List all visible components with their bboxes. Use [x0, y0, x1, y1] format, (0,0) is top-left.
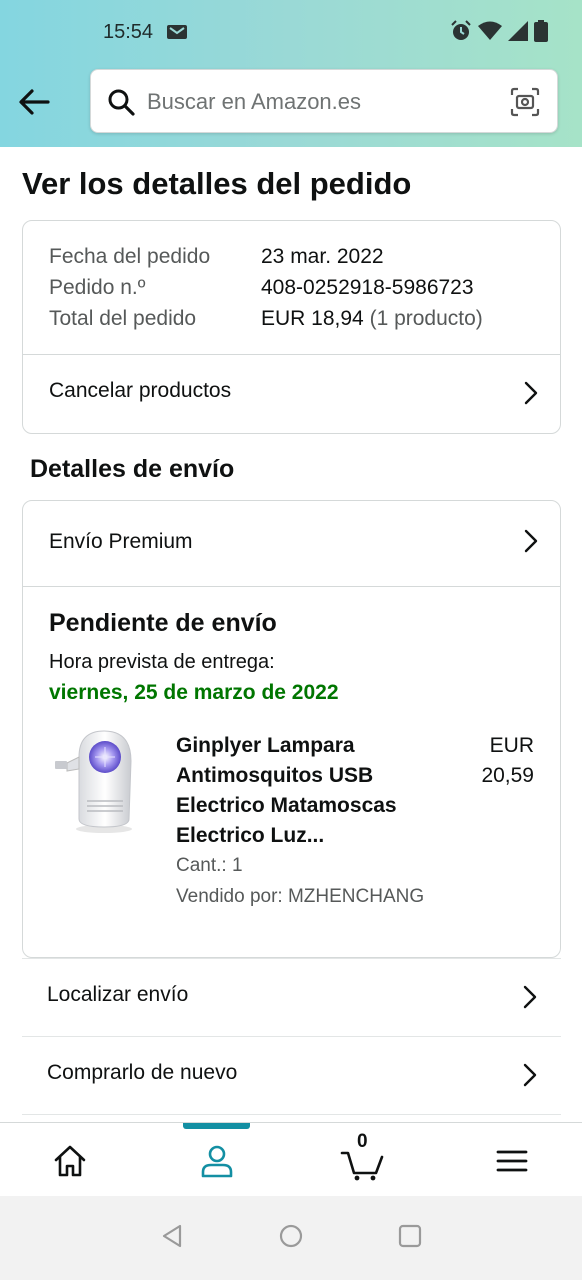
system-navigation-bar — [0, 1196, 582, 1280]
shipment-status: Pendiente de envío — [49, 609, 277, 637]
cancel-products-label: Cancelar productos — [49, 379, 232, 402]
shipping-section-title: Detalles de envío — [30, 455, 235, 483]
system-recents-icon[interactable] — [396, 1222, 424, 1250]
camera-scan-icon[interactable] — [509, 86, 541, 118]
order-total-amount: EUR 18,94 — [261, 307, 364, 330]
system-home-icon[interactable] — [277, 1222, 305, 1250]
order-total-value: EUR 18,94 (1 producto) — [261, 307, 483, 331]
cart-count-badge: 0 — [357, 1131, 368, 1152]
bottom-navigation: 0 — [0, 1122, 582, 1196]
order-summary-card: Fecha del pedido 23 mar. 2022 Pedido n.º… — [22, 220, 561, 434]
product-seller: Vendido por: MZHENCHANG — [176, 886, 425, 907]
app-header: 15:54 — [0, 0, 582, 147]
search-input[interactable] — [147, 80, 497, 124]
status-time: 15:54 — [103, 21, 154, 43]
chevron-right-icon — [524, 529, 538, 553]
delivery-eta-label: Hora prevista de entrega: — [49, 651, 275, 673]
account-icon[interactable] — [197, 1141, 237, 1181]
shipping-type-link[interactable]: Envío Premium — [23, 501, 560, 585]
divider — [22, 1114, 561, 1122]
menu-icon[interactable] — [492, 1141, 532, 1181]
page-title: Ver los detalles del pedido — [22, 166, 412, 201]
product-price: EUR 20,59 — [481, 731, 534, 791]
system-back-icon[interactable] — [158, 1222, 186, 1250]
product-title-link[interactable]: Ginplyer Lampara Antimosquitos USB Elect… — [176, 731, 426, 851]
back-arrow-icon[interactable] — [14, 82, 54, 122]
cancel-products-link[interactable]: Cancelar productos — [23, 355, 560, 433]
divider — [23, 586, 560, 587]
wifi-icon — [478, 21, 502, 40]
chevron-right-icon — [524, 381, 538, 405]
alarm-icon — [451, 20, 471, 40]
order-date-value: 23 mar. 2022 — [261, 245, 384, 268]
shipment-card: Envío Premium Pendiente de envío Hora pr… — [22, 500, 561, 958]
signal-icon — [508, 21, 528, 41]
delivery-eta-date: viernes, 25 de marzo de 2022 — [49, 681, 339, 704]
product-image[interactable] — [49, 727, 141, 835]
chevron-right-icon — [523, 985, 537, 1009]
message-notification-icon — [167, 25, 187, 39]
buy-again-link[interactable]: Comprarlo de nuevo — [22, 1036, 561, 1114]
chevron-right-icon — [523, 1063, 537, 1087]
active-tab-indicator — [183, 1123, 250, 1129]
buy-again-label: Comprarlo de nuevo — [47, 1061, 238, 1084]
product-quantity: Cant.: 1 — [176, 855, 243, 876]
search-icon — [108, 89, 135, 116]
battery-icon — [534, 20, 548, 42]
order-total-label: Total del pedido — [49, 307, 197, 330]
order-number-label: Pedido n.º — [49, 276, 146, 299]
status-icons — [450, 20, 548, 42]
product-price-value: 20,59 — [481, 764, 534, 787]
track-package-label: Localizar envío — [47, 983, 189, 1006]
order-total-count: (1 producto) — [369, 307, 483, 330]
order-number-value: 408-0252918-5986723 — [261, 276, 474, 299]
home-icon[interactable] — [50, 1141, 90, 1181]
order-date-label: Fecha del pedido — [49, 245, 211, 268]
track-package-link[interactable]: Localizar envío — [22, 958, 561, 1036]
product-price-currency: EUR — [489, 734, 534, 757]
shipping-type-label: Envío Premium — [49, 530, 193, 553]
search-bar[interactable] — [90, 69, 558, 133]
